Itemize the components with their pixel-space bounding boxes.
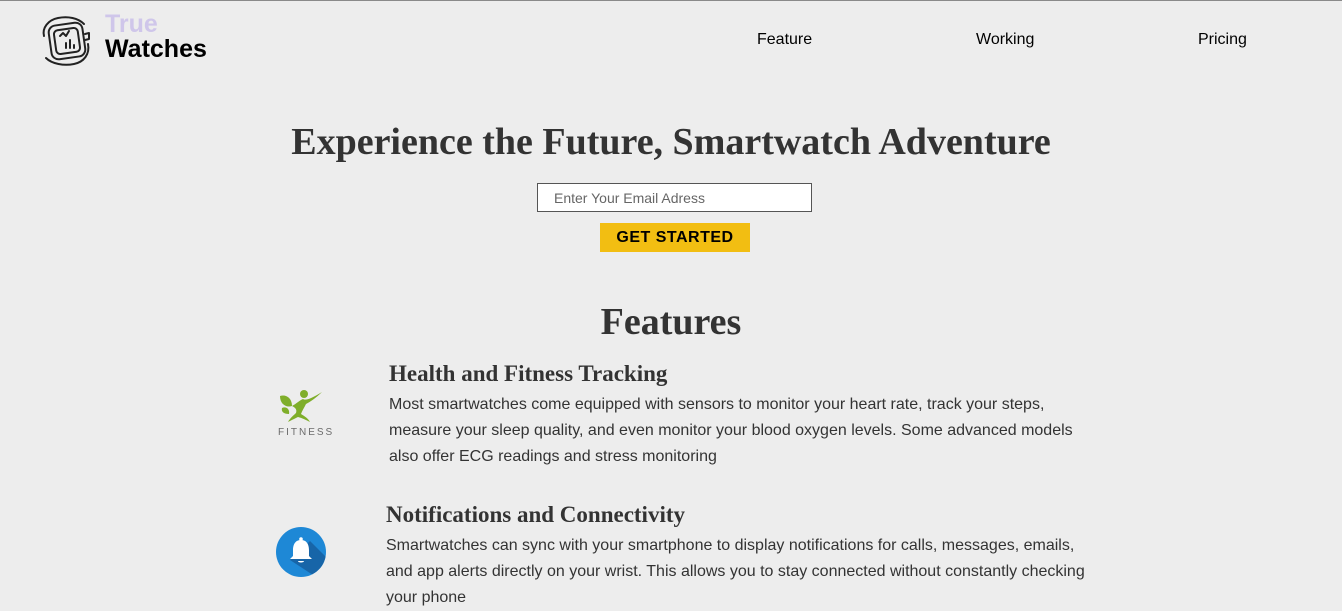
feature-text-health: Most smartwatches come equipped with sen… bbox=[389, 396, 1073, 465]
feature-text-notifications: Smartwatches can sync with your smartpho… bbox=[386, 537, 1085, 606]
brand-line-1: True bbox=[105, 10, 158, 38]
features-title: Features bbox=[600, 301, 742, 343]
feature-heading-notifications: Notifications and Connectivity bbox=[386, 502, 685, 527]
top-border bbox=[0, 0, 1342, 1]
fitness-icon-label: FITNESS bbox=[278, 427, 335, 438]
get-started-button[interactable]: GET STARTED bbox=[600, 223, 750, 252]
nav-working-link[interactable]: Working bbox=[976, 31, 1034, 49]
smartwatch-icon[interactable] bbox=[38, 14, 94, 68]
brand-name[interactable]: True Watches bbox=[105, 12, 207, 62]
nav-feature-link[interactable]: Feature bbox=[757, 31, 812, 49]
nav-pricing-link[interactable]: Pricing bbox=[1198, 31, 1247, 49]
feature-heading-health: Health and Fitness Tracking bbox=[389, 361, 668, 386]
brand-line-2: Watches bbox=[105, 35, 207, 63]
hero-title: Experience the Future, Smartwatch Advent… bbox=[291, 121, 1051, 163]
bell-icon bbox=[276, 527, 326, 577]
email-input[interactable] bbox=[537, 183, 812, 212]
